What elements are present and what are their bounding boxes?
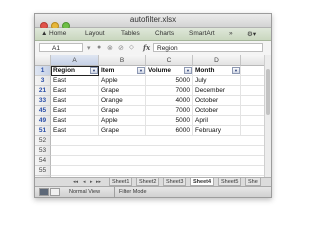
name-box-dropdown-icon[interactable]: ▾ [87, 44, 91, 52]
ribbon-tabs: ▲ Home Layout Tables Charts SmartArt » ⚙… [35, 28, 271, 41]
cell-item[interactable]: Orange [99, 96, 146, 106]
formula-input[interactable]: Region [153, 43, 263, 52]
status-bar: Normal View Filter Mode [35, 186, 271, 197]
scrollbar-thumb[interactable] [266, 69, 270, 115]
last-sheet-icon[interactable]: ▸▸ [96, 179, 101, 185]
cell-month[interactable]: February [193, 126, 241, 136]
view-mode-label: Normal View [69, 189, 101, 195]
row-header[interactable]: 52 [35, 136, 51, 146]
row-header[interactable]: 51 [35, 126, 51, 136]
cell-month[interactable]: December [193, 86, 241, 96]
column-header-b[interactable]: B [99, 55, 146, 66]
row-header[interactable]: 53 [35, 146, 51, 156]
stepper-icon[interactable]: ⬦ [129, 44, 134, 52]
row-header[interactable]: 33 [35, 96, 51, 106]
cell-volume[interactable]: 5000 [146, 116, 193, 126]
tab-charts[interactable]: Charts [155, 30, 174, 37]
home-icon: ▲ [41, 30, 48, 37]
cell-volume[interactable]: 7000 [146, 106, 193, 116]
row-header[interactable]: 21 [35, 86, 51, 96]
cell-item[interactable]: Grape [99, 126, 146, 136]
prev-sheet-icon[interactable]: ◂ [83, 179, 86, 185]
cell-item[interactable]: Grape [99, 106, 146, 116]
cell-month[interactable]: October [193, 106, 241, 116]
cell[interactable] [241, 96, 265, 106]
column-header-d[interactable]: D [193, 55, 241, 66]
cell[interactable] [241, 76, 265, 86]
filter-dropdown-icon[interactable]: ▼ [184, 67, 192, 74]
tab-smartart[interactable]: SmartArt [189, 30, 215, 37]
row-header[interactable]: 45 [35, 106, 51, 116]
cell-item[interactable]: Apple [99, 116, 146, 126]
select-all-corner[interactable] [35, 55, 51, 66]
sheet-tab-active[interactable]: Sheet4 [190, 178, 215, 186]
sheet-tab[interactable]: Sheet3 [163, 178, 187, 186]
confirm-icon[interactable]: ⊘ [118, 44, 124, 52]
next-sheet-icon[interactable]: ▸ [90, 179, 93, 185]
fx-icon[interactable]: fx [143, 43, 150, 52]
circle-icon[interactable]: ● [97, 44, 101, 51]
first-sheet-icon[interactable]: ◂◂ [73, 179, 78, 185]
filter-dropdown-icon[interactable]: ▼ [137, 67, 145, 74]
row-header[interactable]: 3 [35, 76, 51, 86]
empty-row[interactable] [51, 146, 265, 156]
cell[interactable] [241, 86, 265, 96]
cancel-icon[interactable]: ⊗ [107, 44, 113, 52]
sheet-tab[interactable]: She [245, 178, 261, 186]
filter-active-icon[interactable]: ▼ [90, 67, 98, 74]
cell[interactable] [241, 116, 265, 126]
status-divider [114, 187, 115, 197]
cell[interactable] [241, 126, 265, 136]
cell[interactable] [241, 106, 265, 116]
cell-region[interactable]: East [51, 116, 99, 126]
window-title: autofilter.xlsx [129, 15, 177, 24]
cell-region[interactable]: East [51, 126, 99, 136]
tab-home[interactable]: Home [49, 30, 66, 37]
ribbon-options-icon[interactable]: ⚙▾ [247, 30, 256, 38]
more-tabs-icon[interactable]: » [229, 30, 233, 37]
spreadsheet-grid: A B C D 1 Region ▼ Item ▼ Volume ▼ Month… [35, 55, 271, 186]
empty-row[interactable] [51, 156, 265, 166]
row-header[interactable]: 1 [35, 66, 51, 76]
cell-volume[interactable]: 5000 [146, 76, 193, 86]
formula-bar: A1 ▾ ● ⊗ ⊘ ⬦ fx Region [35, 41, 271, 56]
tab-tables[interactable]: Tables [121, 30, 140, 37]
cell-volume[interactable]: 7000 [146, 86, 193, 96]
cell[interactable] [241, 66, 265, 76]
page-layout-view-icon[interactable] [50, 188, 60, 196]
column-header-e[interactable] [241, 55, 265, 66]
column-header-a[interactable]: A [51, 55, 99, 66]
sheet-tab[interactable]: Sheet5 [218, 178, 242, 186]
sheet-tab[interactable]: Sheet1 [109, 178, 133, 186]
cell-item[interactable]: Apple [99, 76, 146, 86]
empty-row[interactable] [51, 166, 265, 176]
row-header[interactable]: 54 [35, 156, 51, 166]
filter-dropdown-icon[interactable]: ▼ [232, 67, 240, 74]
cell-region[interactable]: East [51, 86, 99, 96]
cell-month[interactable]: October [193, 96, 241, 106]
cell-item[interactable]: Grape [99, 86, 146, 96]
cell-month[interactable]: July [193, 76, 241, 86]
sheet-tab[interactable]: Sheet2 [136, 178, 160, 186]
tab-layout[interactable]: Layout [85, 30, 105, 37]
cell-region[interactable]: East [51, 96, 99, 106]
cell-volume[interactable]: 6000 [146, 126, 193, 136]
cell-region[interactable]: East [51, 106, 99, 116]
column-header-c[interactable]: C [146, 55, 193, 66]
cell-volume[interactable]: 4000 [146, 96, 193, 106]
cell-region[interactable]: East [51, 76, 99, 86]
vertical-scrollbar[interactable] [264, 55, 271, 185]
title-bar: autofilter.xlsx [35, 14, 271, 30]
name-box[interactable]: A1 [39, 43, 83, 52]
filter-mode-label: Filter Mode [119, 189, 147, 195]
excel-window: autofilter.xlsx ▲ Home Layout Tables Cha… [34, 13, 272, 198]
row-header[interactable]: 49 [35, 116, 51, 126]
cell-month[interactable]: April [193, 116, 241, 126]
row-header[interactable]: 55 [35, 166, 51, 176]
normal-view-icon[interactable] [39, 188, 49, 196]
empty-row[interactable] [51, 136, 265, 146]
